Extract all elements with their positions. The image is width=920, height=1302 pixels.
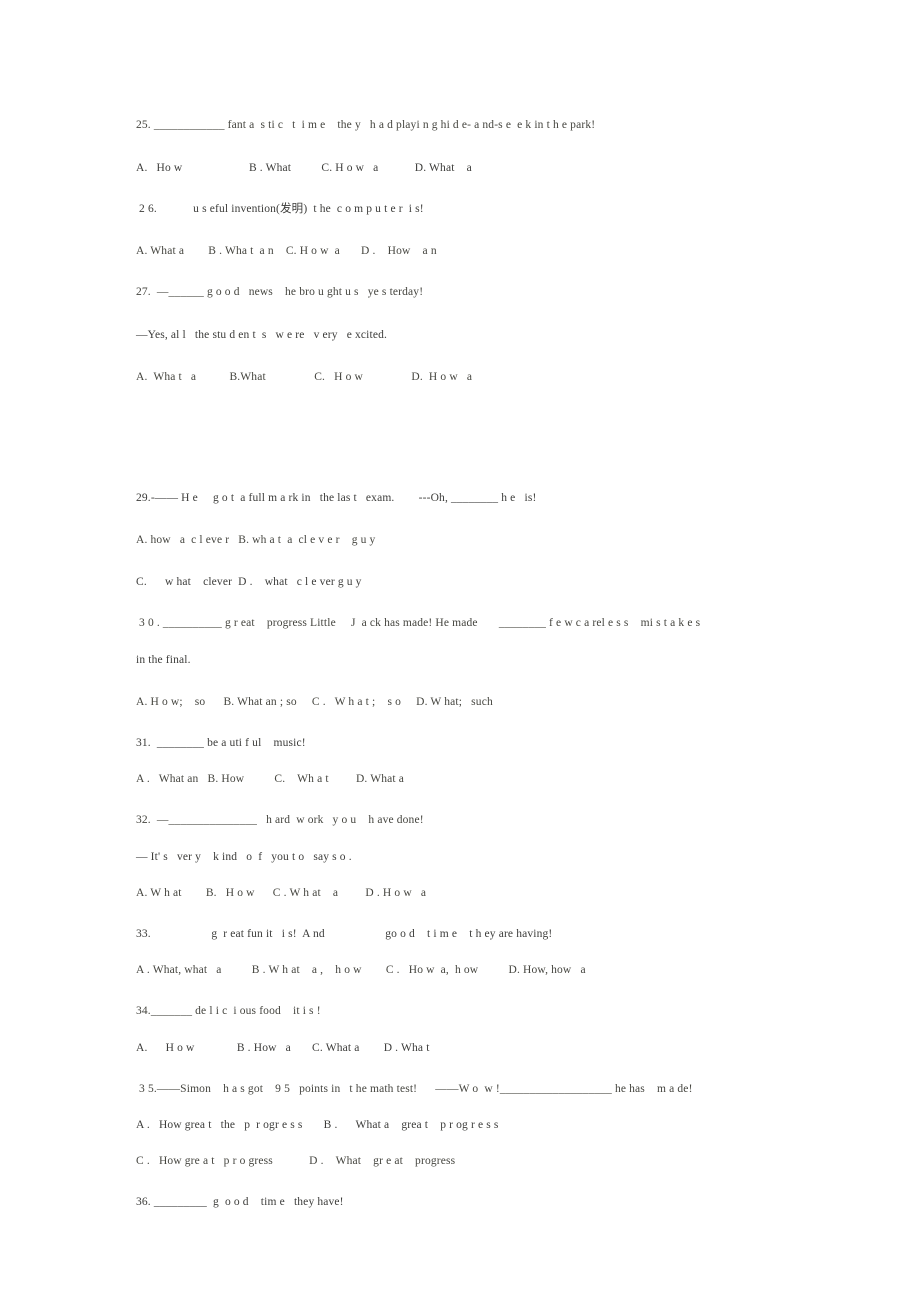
question-stem-26: 2 6. u s eful invention(发明) t he c o m p… xyxy=(136,202,424,215)
question-stem-36: 36. _________ g o o d tim e they have! xyxy=(136,1196,344,1208)
scanned-page: 25. ____________ fant a s ti c t i m e t… xyxy=(0,0,920,1302)
question-stem-33: 33. g r eat fun it i s! A nd go o d t i … xyxy=(136,927,553,940)
question-stem-34: 34._______ de l i c i ous food it i s ! xyxy=(136,1005,321,1017)
question-stem-31: 31. ________ be a uti f ul music! xyxy=(136,736,306,749)
question-options-32: A. W h at B. H o w C . W h at a D . H o … xyxy=(136,886,427,899)
worksheet-text-block: 25. ____________ fant a s ti c t i m e t… xyxy=(136,119,836,1209)
question-options-29-ab: A. how a c l eve r B. wh a t a cl e v e … xyxy=(136,534,376,546)
question-options-35-ab: A . How grea t the p r ogr e s s B . Wha… xyxy=(136,1119,499,1131)
blank-region xyxy=(136,383,836,493)
question-options-34: A. H o w B . How a C. What a D . Wha t xyxy=(136,1041,430,1054)
question-continuation-30: in the final. xyxy=(136,653,191,666)
question-stem-32: 32. —_______________ h ard w ork y o u h… xyxy=(136,814,424,826)
question-options-26: A. What a B . Wha t a n C. H o w a D . H… xyxy=(136,245,437,257)
question-options-25: A. Ho w B . What C. H o w a D. What a xyxy=(136,161,472,174)
question-stem-29: 29.-—— H e g o t a full m a rk in the la… xyxy=(136,491,537,504)
question-stem-27: 27. —______ g o o d news he bro u ght u … xyxy=(136,286,424,298)
question-options-35-cd: C . How gre a t p r o gress D . What gr … xyxy=(136,1155,456,1167)
question-options-30: A. H o w; so B. What an ; so C . W h a t… xyxy=(136,695,493,708)
question-stem-25: 25. ____________ fant a s ti c t i m e t… xyxy=(136,119,596,131)
question-continuation-32: — It' s ver y k ind o f you t o say s o … xyxy=(136,850,352,863)
question-options-29-cd: C. w hat clever D . what c l e ver g u y xyxy=(136,576,362,588)
question-options-31: A . What an B. How C. Wh a t D. What a xyxy=(136,773,405,785)
question-options-27: A. Wha t a B.What C. H o w D. H o w a xyxy=(136,370,473,383)
question-continuation-27: —Yes, al l the stu d en t s w e re v ery… xyxy=(136,328,388,341)
question-options-33: A . What, what a B . W h at a , h o w C … xyxy=(136,964,586,976)
question-stem-35: 3 5.——Simon h a s got 9 5 points in t he… xyxy=(136,1082,693,1095)
question-stem-30: 3 0 . __________ g r eat progress Little… xyxy=(136,617,701,629)
